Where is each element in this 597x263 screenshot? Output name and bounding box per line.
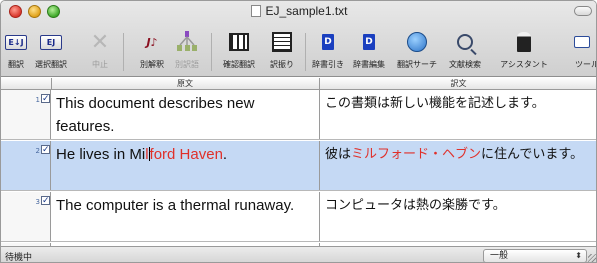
assistant-icon — [511, 31, 537, 53]
source-text-plain: He lives in Mi — [56, 146, 146, 163]
toolbar: E↓J 翻訳 EJ 選択翻訳 ✕ 中止 J♪ 別解釈 別訳語 確認翻訳 訳振り … — [1, 23, 596, 77]
window-title: EJ_sample1.txt — [265, 4, 348, 18]
app-window: EJ_sample1.txt E↓J 翻訳 EJ 選択翻訳 ✕ 中止 J♪ 別解… — [0, 0, 597, 263]
alt-interpretation-icon: J♪ — [146, 35, 158, 49]
confirm-translate-button[interactable]: 確認翻訳 — [219, 27, 259, 73]
dictionary-icon: D — [315, 31, 341, 53]
literature-search-button[interactable]: 文献検索 — [447, 27, 483, 73]
rows-icon — [269, 31, 295, 53]
magnifier-icon — [452, 31, 478, 53]
source-text[interactable]: He lives in Milford Haven. — [56, 143, 316, 166]
window-title-wrap: EJ_sample1.txt — [1, 4, 596, 18]
alt-word-button[interactable]: 別訳語 — [171, 27, 203, 73]
tools-button[interactable]: ツール — [567, 27, 596, 73]
row-number: 1 — [35, 96, 40, 104]
alt-word-icon — [174, 31, 200, 53]
translation-search-button[interactable]: 翻訳サーチ — [397, 27, 437, 73]
tools-icon — [569, 31, 595, 53]
interlinear-button[interactable]: 訳振り — [265, 27, 299, 73]
source-text-plain: . — [222, 146, 228, 163]
globe-search-icon — [404, 31, 430, 53]
tools-label: ツール — [575, 60, 597, 69]
row-checkbox[interactable]: ✓ — [41, 94, 50, 104]
stop-button[interactable]: ✕ 中止 — [87, 27, 113, 73]
target-text[interactable]: コンピュータは熱の楽勝です。 — [325, 194, 593, 217]
literature-search-label: 文献検索 — [449, 60, 481, 69]
column-divider — [319, 192, 320, 241]
resize-handle[interactable] — [588, 254, 596, 262]
stop-icon: ✕ — [90, 29, 110, 55]
selection-translate-label: 選択翻訳 — [35, 60, 67, 69]
toolbar-separator — [123, 33, 124, 71]
selection-translate-icon: EJ — [38, 31, 64, 53]
alt-word-label: 別訳語 — [175, 60, 199, 69]
status-bar: 待機中 一般 ⬍ — [1, 246, 596, 263]
mode-select[interactable]: 一般 ⬍ — [483, 249, 587, 262]
row-number: 2 — [35, 147, 40, 155]
status-text: 待機中 — [5, 253, 33, 263]
target-text[interactable]: 彼はミルフォード・ヘブンに住んでいます。 — [325, 143, 593, 166]
target-column-header[interactable]: 訳文 — [319, 78, 596, 90]
toolbar-toggle-button[interactable] — [574, 6, 592, 16]
row-gutter: 2 ✓ — [1, 141, 51, 190]
row-checkbox[interactable]: ✓ — [41, 145, 50, 155]
translate-icon: E↓J — [3, 31, 29, 53]
target-text-plain: 彼は — [325, 147, 352, 162]
assistant-button[interactable]: アシスタント — [500, 27, 548, 73]
source-column-header[interactable]: 原文 — [51, 78, 319, 90]
dictionary-edit-icon: D — [356, 31, 382, 53]
row-gutter: 3 ✓ — [1, 192, 51, 241]
target-text-highlight: ミルフォード・ヘブン — [351, 147, 482, 162]
column-header: 原文 訳文 — [1, 78, 596, 90]
document-icon — [251, 5, 262, 17]
title-bar[interactable]: EJ_sample1.txt — [1, 1, 596, 23]
table-row[interactable]: 1 ✓ This document describes new features… — [1, 90, 596, 140]
dictionary-lookup-button[interactable]: D 辞書引き — [311, 27, 345, 73]
table-row[interactable]: 3 ✓ The computer is a thermal runaway. コ… — [1, 192, 596, 242]
target-text-plain: に住んでいます。 — [481, 147, 584, 162]
table-row-selected[interactable]: 2 ✓ He lives in Milford Haven. 彼はミルフォード・… — [1, 141, 596, 191]
target-text[interactable]: この書類は新しい機能を記述します。 — [325, 92, 593, 115]
mode-select-value: 一般 — [490, 251, 509, 261]
row-checkbox[interactable]: ✓ — [41, 196, 50, 206]
row-gutter: 1 ✓ — [1, 90, 51, 139]
row-number: 3 — [35, 198, 40, 206]
sentence-table: 1 ✓ This document describes new features… — [1, 90, 596, 246]
source-text[interactable]: This document describes new features. — [56, 92, 316, 138]
column-divider — [319, 90, 320, 139]
source-text[interactable]: The computer is a thermal runaway. — [56, 194, 316, 217]
assistant-label: アシスタント — [500, 60, 548, 69]
columns-icon — [226, 31, 252, 53]
stop-label: 中止 — [92, 60, 108, 69]
selection-translate-button[interactable]: EJ 選択翻訳 — [35, 27, 67, 73]
select-arrows-icon: ⬍ — [575, 251, 582, 260]
dictionary-edit-button[interactable]: D 辞書編集 — [351, 27, 387, 73]
column-divider — [319, 141, 320, 190]
source-text-highlight: ford Haven — [149, 146, 223, 163]
window-chrome: EJ_sample1.txt E↓J 翻訳 EJ 選択翻訳 ✕ 中止 J♪ 別解… — [1, 1, 596, 77]
